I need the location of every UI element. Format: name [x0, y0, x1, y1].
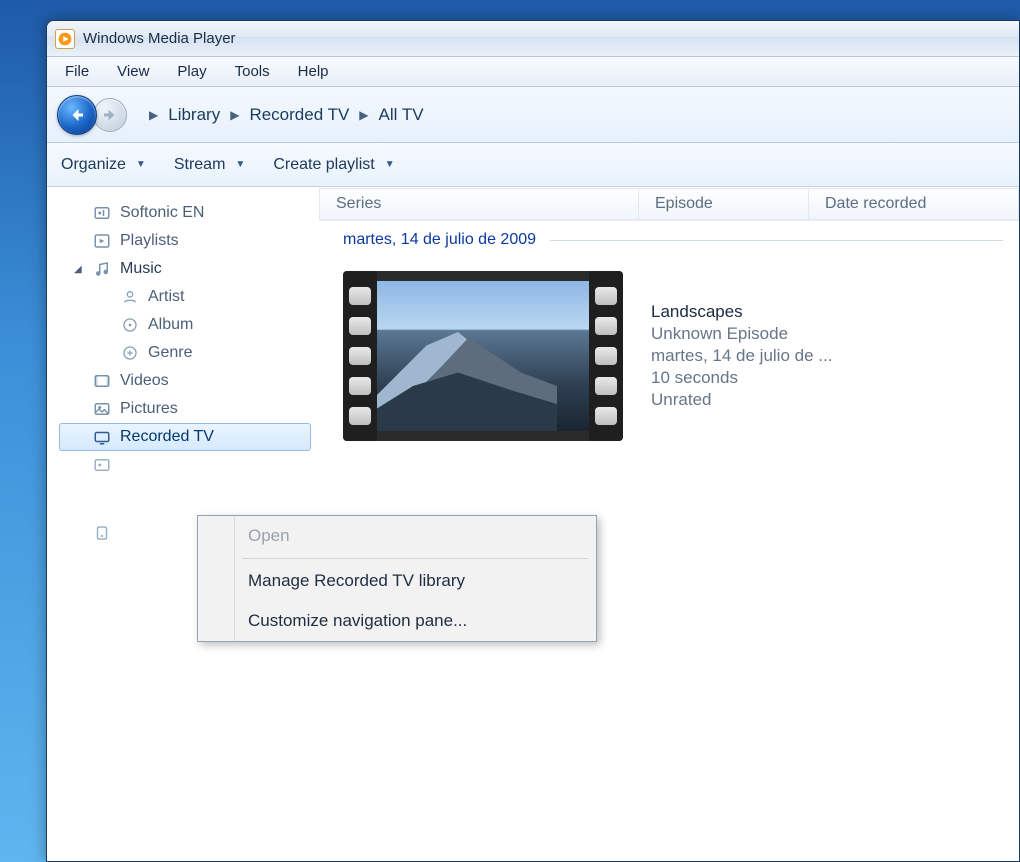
breadcrumb-library[interactable]: Library	[168, 105, 220, 125]
sidebar-label: Music	[120, 260, 162, 278]
column-headers: Series Episode Date recorded	[319, 187, 1019, 221]
menubar: File View Play Tools Help	[47, 57, 1019, 87]
sidebar-label: Playlists	[120, 232, 179, 250]
chevron-down-icon: ▼	[136, 159, 146, 170]
media-rating: Unrated	[651, 390, 832, 410]
media-title: Landscapes	[651, 302, 832, 322]
thumbnail-image	[377, 281, 589, 431]
ctx-customize-nav[interactable]: Customize navigation pane...	[198, 601, 596, 641]
device-icon	[92, 524, 112, 542]
breadcrumb: ▶ Library ▶ Recorded TV ▶ All TV	[145, 105, 424, 125]
menu-divider	[242, 558, 588, 559]
media-date: martes, 14 de julio de ...	[651, 346, 832, 366]
main-area: Softonic EN Playlists ◢ Music	[47, 187, 1019, 861]
organize-dropdown[interactable]: Organize ▼	[61, 156, 146, 174]
music-icon	[92, 260, 112, 278]
stream-label: Stream	[174, 156, 226, 174]
video-thumbnail	[343, 271, 623, 441]
menu-help[interactable]: Help	[284, 59, 343, 84]
chevron-right-icon: ▶	[226, 108, 243, 122]
ctx-open: Open	[198, 516, 596, 556]
media-duration: 10 seconds	[651, 368, 832, 388]
col-episode[interactable]: Episode	[639, 188, 809, 220]
sidebar-label: Artist	[148, 288, 184, 306]
breadcrumb-recorded-tv[interactable]: Recorded TV	[249, 105, 349, 125]
tv-icon	[92, 428, 112, 446]
album-icon	[120, 316, 140, 334]
pictures-icon	[92, 400, 112, 418]
sidebar-item-music[interactable]: ◢ Music	[59, 255, 311, 283]
back-button[interactable]	[57, 95, 97, 135]
sidebar-label: Softonic EN	[120, 204, 204, 222]
filmstrip-left	[343, 271, 377, 441]
nav-row: ▶ Library ▶ Recorded TV ▶ All TV	[47, 87, 1019, 143]
genre-icon	[120, 344, 140, 362]
sidebar-item-recorded-tv[interactable]: Recorded TV	[59, 423, 311, 451]
menu-tools[interactable]: Tools	[221, 59, 284, 84]
media-item[interactable]: Landscapes Unknown Episode martes, 14 de…	[319, 253, 1019, 459]
sidebar-item-album[interactable]: Album	[59, 311, 311, 339]
chevron-down-icon: ▼	[385, 159, 395, 170]
nav-tree: Softonic EN Playlists ◢ Music	[59, 199, 311, 547]
library-icon	[92, 204, 112, 222]
sidebar-item-extra1[interactable]	[59, 451, 311, 479]
sidebar-item-pictures[interactable]: Pictures	[59, 395, 311, 423]
menu-view[interactable]: View	[103, 59, 163, 84]
breadcrumb-all-tv[interactable]: All TV	[379, 105, 424, 125]
ctx-manage-library[interactable]: Manage Recorded TV library	[198, 561, 596, 601]
sidebar-item-genre[interactable]: Genre	[59, 339, 311, 367]
sidebar-item-artist[interactable]: Artist	[59, 283, 311, 311]
context-menu: Open Manage Recorded TV library Customiz…	[197, 515, 597, 642]
media-metadata: Landscapes Unknown Episode martes, 14 de…	[651, 302, 832, 410]
organize-label: Organize	[61, 156, 126, 174]
create-playlist-label: Create playlist	[273, 156, 374, 174]
nav-buttons	[57, 95, 121, 135]
sidebar: Softonic EN Playlists ◢ Music	[47, 187, 319, 861]
divider-line	[550, 240, 1003, 241]
date-group-header: martes, 14 de julio de 2009	[319, 221, 1019, 253]
chevron-right-icon: ▶	[145, 108, 162, 122]
sidebar-item-softonic[interactable]: Softonic EN	[59, 199, 311, 227]
chevron-down-icon: ▼	[235, 159, 245, 170]
col-date-recorded[interactable]: Date recorded	[809, 188, 1019, 220]
date-group-label: martes, 14 de julio de 2009	[343, 231, 536, 249]
app-icon	[55, 29, 75, 49]
sidebar-label: Recorded TV	[120, 428, 214, 446]
titlebar: Windows Media Player	[47, 21, 1019, 57]
sidebar-item-videos[interactable]: Videos	[59, 367, 311, 395]
sidebar-label: Album	[148, 316, 193, 334]
media-episode: Unknown Episode	[651, 324, 832, 344]
sidebar-label: Pictures	[120, 400, 178, 418]
app-window: Windows Media Player File View Play Tool…	[46, 20, 1020, 862]
sidebar-item-playlists[interactable]: Playlists	[59, 227, 311, 255]
artist-icon	[120, 288, 140, 306]
library-icon	[92, 456, 112, 474]
sidebar-label: Videos	[120, 372, 169, 390]
forward-button[interactable]	[93, 98, 127, 132]
filmstrip-right	[589, 271, 623, 441]
chevron-right-icon: ▶	[355, 108, 372, 122]
stream-dropdown[interactable]: Stream ▼	[174, 156, 245, 174]
toolbar: Organize ▼ Stream ▼ Create playlist ▼	[47, 143, 1019, 187]
col-series[interactable]: Series	[319, 188, 639, 220]
menu-file[interactable]: File	[51, 59, 103, 84]
sidebar-label: Genre	[148, 344, 192, 362]
menu-play[interactable]: Play	[163, 59, 220, 84]
expander-icon[interactable]: ◢	[74, 264, 82, 275]
videos-icon	[92, 372, 112, 390]
create-playlist-dropdown[interactable]: Create playlist ▼	[273, 156, 394, 174]
app-title: Windows Media Player	[83, 30, 236, 47]
playlist-icon	[92, 232, 112, 250]
